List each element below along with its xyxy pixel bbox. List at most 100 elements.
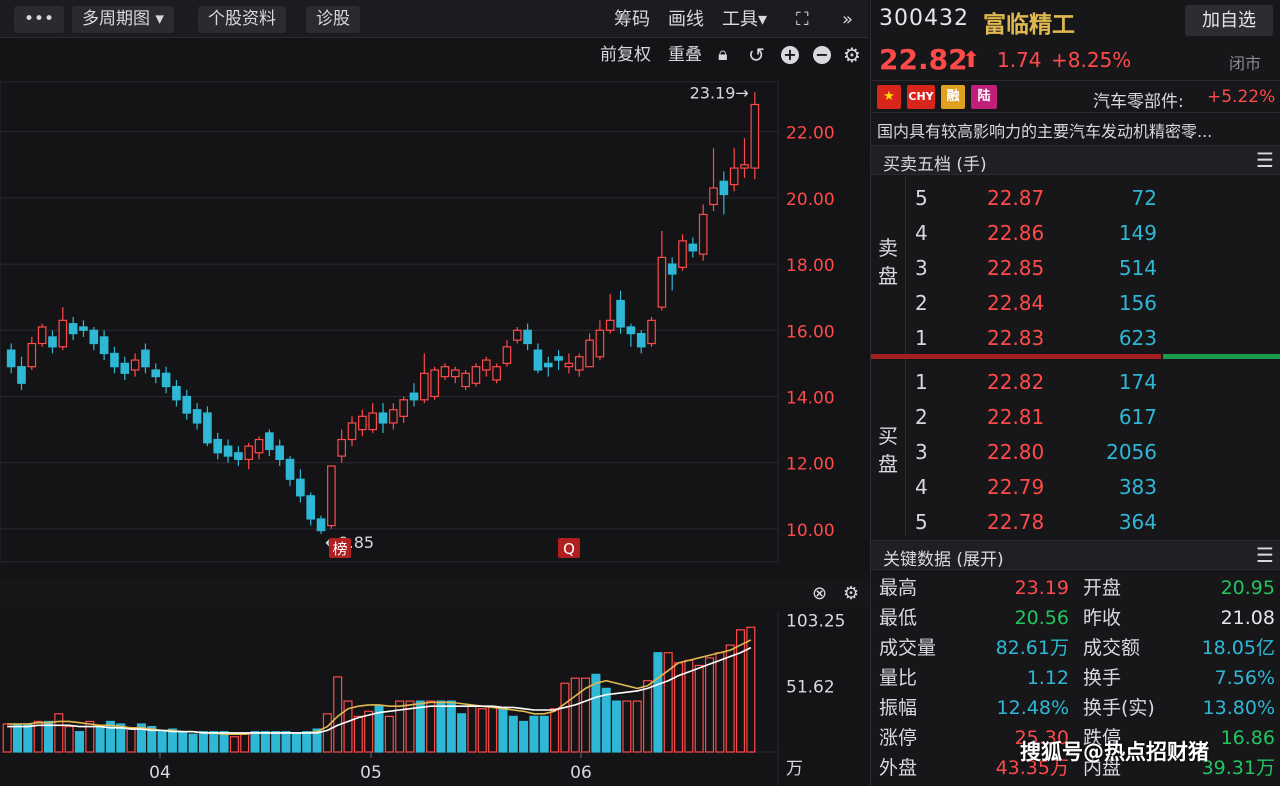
candle-body xyxy=(285,458,295,480)
zoom-in-icon[interactable]: + xyxy=(781,46,799,64)
price-row: 22.82 ⬆ 1.74 +8.25% 闭市 xyxy=(871,40,1280,80)
stat-item: 昨收 21.08 xyxy=(1083,603,1275,633)
candle-body xyxy=(647,319,656,345)
bid-row[interactable]: 3 22.80 2056 xyxy=(871,434,1280,469)
candle-body xyxy=(368,412,377,431)
tools-button[interactable]: 工具▾ xyxy=(722,7,767,33)
ask-row[interactable]: 1 22.83 623 xyxy=(871,320,1280,355)
bid-pressure-bar xyxy=(1163,354,1280,359)
stat-item: 振幅 12.48% xyxy=(879,693,1069,723)
add-watchlist-button[interactable]: 加自选 xyxy=(1185,5,1273,36)
volume-tick-label: 103.25 xyxy=(786,612,845,632)
volume-bar xyxy=(704,657,715,753)
x-tick-label: 04 xyxy=(149,763,171,783)
stock-terminal: ••• 多周期图 ▾ 个股资料 诊股 筹码 画线 工具▾ ⛶ » 前复权 重叠 … xyxy=(0,0,1280,786)
diagnose-button[interactable]: 诊股 xyxy=(306,6,360,33)
price-change: 1.74 xyxy=(997,48,1042,72)
multi-period-button[interactable]: 多周期图 ▾ xyxy=(72,6,174,33)
more-button[interactable]: ••• xyxy=(14,6,65,33)
candle-body xyxy=(182,395,192,414)
level-price: 22.83 xyxy=(987,326,1045,350)
stat-value: 82.61万 xyxy=(995,637,1069,659)
level-number: 1 xyxy=(915,326,928,350)
bid-row[interactable]: 4 22.79 383 xyxy=(871,469,1280,504)
margin-badge[interactable]: 融 xyxy=(941,85,965,109)
candle-body xyxy=(254,438,264,454)
sector-name[interactable]: 汽车零部件: xyxy=(1093,87,1184,112)
volume-bar xyxy=(457,713,467,753)
collapse-icon[interactable]: » xyxy=(842,7,853,33)
ask-row[interactable]: 4 22.86 149 xyxy=(871,215,1280,250)
candle-body xyxy=(574,356,584,371)
fullscreen-icon[interactable]: ⛶ xyxy=(796,7,809,33)
y-tick-label: 12.00 xyxy=(786,455,835,475)
volume-bar xyxy=(250,731,260,753)
company-description[interactable]: 国内具有较高影响力的主要汽车发动机精密零... xyxy=(871,112,1280,144)
ask-row[interactable]: 2 22.84 156 xyxy=(871,285,1280,320)
zoom-out-icon[interactable]: − xyxy=(813,46,831,64)
stat-value: 1.12 xyxy=(1026,667,1069,689)
volume-tick-label: 51.62 xyxy=(786,677,835,697)
event-marker-label: Q xyxy=(563,540,575,558)
stat-item: 换手(实) 13.80% xyxy=(1083,693,1275,723)
volume-bar xyxy=(426,700,436,753)
candle-body xyxy=(120,362,130,374)
volume-bar xyxy=(446,700,456,753)
menu-icon[interactable]: ☰ xyxy=(1256,148,1274,172)
candle-body xyxy=(523,329,532,345)
candle-body xyxy=(79,326,88,331)
candle-body xyxy=(719,180,729,196)
currency-badge[interactable]: CHY xyxy=(907,85,935,109)
forward-adjust-button[interactable]: 前复权 xyxy=(600,42,651,68)
stat-label: 昨收 xyxy=(1083,607,1122,629)
volume-bar xyxy=(395,700,405,753)
stock-profile-button[interactable]: 个股资料 xyxy=(198,6,286,33)
volume-bar xyxy=(746,626,756,753)
close-icon[interactable]: ⊗ xyxy=(812,583,827,604)
candle-body xyxy=(223,445,233,457)
plot-frame xyxy=(0,81,779,563)
settings-icon[interactable]: ⚙ xyxy=(843,42,861,68)
ask-row[interactable]: 5 22.87 72 xyxy=(871,180,1280,215)
candle-body xyxy=(337,438,347,457)
candle-body xyxy=(667,263,677,275)
candlestick-chart[interactable]: 22.00 20.00 18.00 16.00 14.00 12.00 10.00 23.19… xyxy=(0,72,869,572)
volume-bar xyxy=(550,708,560,753)
level-number: 2 xyxy=(915,291,928,315)
menu-icon[interactable]: ☰ xyxy=(1256,543,1274,567)
candle-body xyxy=(409,392,419,401)
volume-bar xyxy=(632,700,642,753)
candle-body xyxy=(709,187,718,206)
ask-row[interactable]: 3 22.85 514 xyxy=(871,250,1280,285)
orderbook-title: 买卖五档 (手) xyxy=(883,155,987,175)
lock-icon[interactable]: 🔒︎ xyxy=(718,42,728,68)
settings-icon[interactable]: ⚙ xyxy=(843,583,859,604)
undo-icon[interactable]: ↺ xyxy=(748,42,765,68)
candle-body xyxy=(543,362,553,368)
stat-value: 23.19 xyxy=(1014,577,1069,599)
bid-row[interactable]: 2 22.81 617 xyxy=(871,399,1280,434)
volume-bar xyxy=(725,644,735,753)
keydata-title[interactable]: 关键数据 (展开) xyxy=(883,545,1004,570)
volume-bar xyxy=(74,731,84,753)
candle-body xyxy=(192,409,202,424)
level-number: 5 xyxy=(915,186,928,210)
level-number: 3 xyxy=(915,256,928,280)
level-price: 22.86 xyxy=(987,221,1045,245)
volume-bar xyxy=(353,715,363,753)
level-price: 22.87 xyxy=(987,186,1045,210)
stat-item: 成交量 82.61万 xyxy=(879,633,1069,663)
chips-button[interactable]: 筹码 xyxy=(614,7,650,33)
volume-bar xyxy=(415,700,425,753)
draw-line-button[interactable]: 画线 xyxy=(668,7,704,33)
stat-label: 成交量 xyxy=(879,637,937,659)
overlay-button[interactable]: 重叠 xyxy=(668,42,702,68)
bid-row[interactable]: 5 22.78 364 xyxy=(871,504,1280,539)
volume-chart[interactable]: ⊗ ⚙ 103.25 51.62 万 04 05 06 xyxy=(0,578,869,786)
volume-bar xyxy=(95,725,105,753)
y-tick-label: 20.00 xyxy=(786,190,835,210)
stat-label: 成交额 xyxy=(1083,637,1141,659)
stat-value: 21.08 xyxy=(1220,607,1275,629)
bid-row[interactable]: 1 22.82 174 xyxy=(871,364,1280,399)
connect-badge[interactable]: 陆 xyxy=(971,85,997,109)
